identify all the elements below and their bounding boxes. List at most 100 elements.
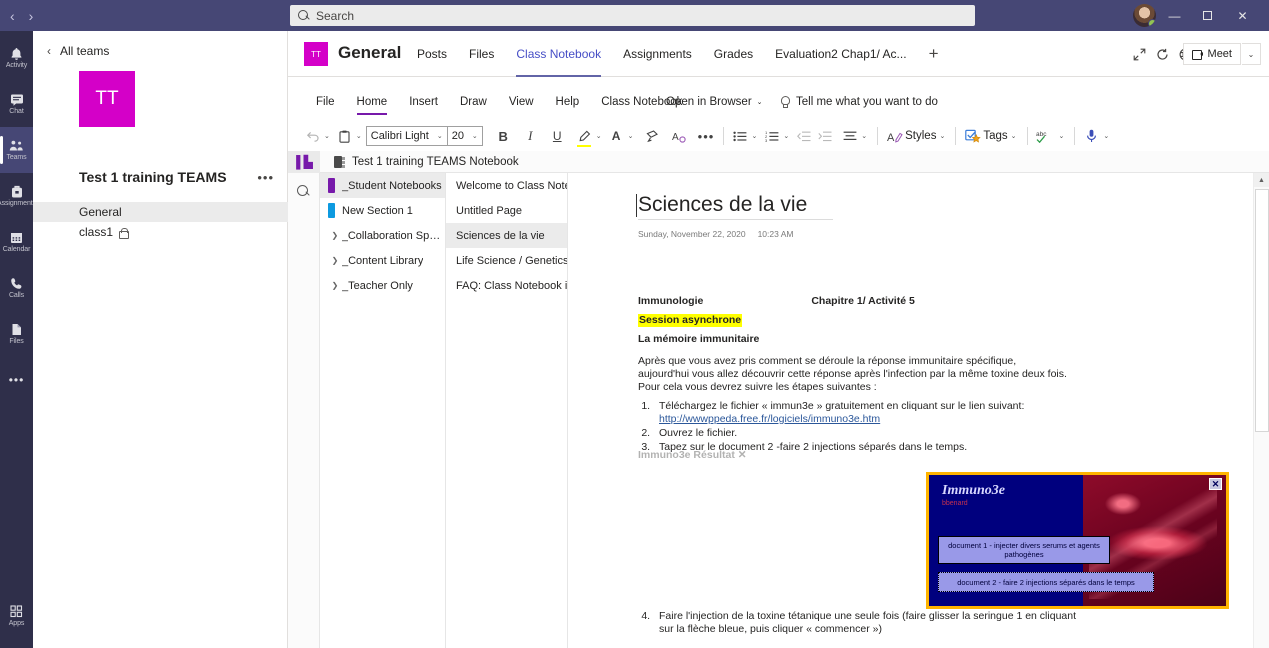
spelling-dropdown[interactable]: ⌄: [1058, 132, 1069, 140]
menu-help[interactable]: Help: [545, 89, 591, 115]
menu-file[interactable]: File: [288, 89, 346, 115]
all-teams-back[interactable]: ‹ All teams: [33, 31, 287, 63]
section-item-new-section-1[interactable]: New Section 1: [320, 198, 445, 223]
chevron-right-icon[interactable]: ❯: [328, 256, 342, 265]
maximize-button[interactable]: [1191, 0, 1224, 31]
menu-insert[interactable]: Insert: [398, 89, 449, 115]
channel-item-general[interactable]: General: [33, 202, 288, 222]
sidebar-item-calendar[interactable]: Calendar: [0, 219, 33, 265]
sidebar-item-teams[interactable]: Teams: [0, 127, 33, 173]
scroll-up-button[interactable]: ▲: [1254, 173, 1269, 187]
section-item-content-library[interactable]: ❯ _Content Library: [320, 248, 445, 273]
document-1-button[interactable]: document 1 - injecter divers serums et a…: [938, 536, 1110, 564]
add-tab-button[interactable]: +: [918, 44, 950, 64]
embedded-screenshot-immuno3e[interactable]: Immuno3e bbenard ✕ document 1 - injecter…: [926, 472, 1229, 609]
meet-dropdown-button[interactable]: ⌄: [1242, 43, 1261, 65]
more-formatting-button[interactable]: •••: [696, 125, 717, 147]
page-canvas[interactable]: Sciences de la vie Sunday, November 22, …: [568, 173, 1253, 648]
refresh-icon[interactable]: [1152, 44, 1172, 64]
channel-item-class1[interactable]: class1: [33, 222, 288, 242]
expand-icon[interactable]: [1129, 44, 1149, 64]
decrease-indent-icon[interactable]: [793, 125, 814, 147]
increase-indent-icon[interactable]: [814, 125, 835, 147]
search-input[interactable]: Search: [316, 9, 354, 23]
sidebar-item-calls[interactable]: Calls: [0, 265, 33, 311]
tab-class-notebook[interactable]: Class Notebook: [505, 31, 612, 77]
tags-dropdown[interactable]: ⌄: [1010, 132, 1021, 140]
canvas-scrollbar[interactable]: ▲: [1253, 173, 1269, 648]
paste-dropdown[interactable]: ⌄: [355, 132, 366, 140]
notebook-panel-toggle-icon[interactable]: ▌▙: [288, 150, 320, 173]
bold-button[interactable]: B: [493, 125, 514, 147]
minimize-button[interactable]: —: [1158, 0, 1191, 31]
sidebar-item-activity[interactable]: Activity: [0, 35, 33, 81]
document-2-button[interactable]: document 2 - faire 2 injections séparés …: [938, 572, 1154, 592]
highlighter-icon[interactable]: [574, 125, 595, 147]
close-icon[interactable]: ✕: [1209, 478, 1222, 490]
chevron-right-icon[interactable]: ❯: [328, 281, 342, 290]
search-bar[interactable]: Search: [290, 5, 975, 26]
team-more-options-button[interactable]: •••: [257, 170, 274, 185]
undo-dropdown[interactable]: ⌄: [323, 132, 334, 140]
menu-view[interactable]: View: [498, 89, 545, 115]
open-in-browser-button[interactable]: Open in Browser ⌄: [666, 89, 763, 115]
section-item-teacher-only[interactable]: ❯ _Teacher Only: [320, 273, 445, 298]
meet-button[interactable]: Meet: [1182, 43, 1241, 65]
back-icon[interactable]: ‹: [10, 9, 15, 23]
highlight-dropdown[interactable]: ⌄: [595, 132, 606, 140]
avatar[interactable]: [1133, 4, 1156, 27]
notebook-search-icon[interactable]: [296, 185, 311, 199]
page-item-sciences-de-la-vie[interactable]: Sciences de la vie: [446, 223, 567, 248]
bullets-dropdown[interactable]: ⌄: [751, 132, 762, 140]
menu-home[interactable]: Home: [346, 89, 399, 115]
page-item-faq[interactable]: FAQ: Class Notebook in ...: [446, 273, 567, 298]
font-name-combobox[interactable]: Calibri Light ⌄: [365, 126, 448, 146]
format-painter-icon[interactable]: [642, 125, 663, 147]
font-size-combobox[interactable]: 20 ⌄: [447, 126, 483, 146]
font-color-icon[interactable]: A: [606, 125, 627, 147]
tab-posts[interactable]: Posts: [406, 31, 458, 77]
page-title-heading[interactable]: Sciences de la vie: [635, 193, 834, 220]
undo-button[interactable]: [302, 125, 323, 147]
tags-icon[interactable]: [962, 125, 983, 147]
section-item-student-notebooks[interactable]: _Student Notebooks: [320, 173, 445, 198]
paste-button[interactable]: [334, 125, 355, 147]
sidebar-item-assignments[interactable]: Assignments: [0, 173, 36, 219]
sidebar-item-chat[interactable]: Chat: [0, 81, 33, 127]
tags-label[interactable]: Tags: [983, 130, 1009, 142]
chevron-right-icon[interactable]: ❯: [328, 231, 342, 240]
sidebar-item-files[interactable]: Files: [0, 311, 33, 357]
section-item-collaboration-space[interactable]: ❯ _Collaboration Space: [320, 223, 445, 248]
tab-evaluation2[interactable]: Evaluation2 Chap1/ Ac...: [764, 31, 917, 77]
tab-files[interactable]: Files: [458, 31, 505, 77]
align-icon[interactable]: [839, 125, 860, 147]
italic-button[interactable]: I: [520, 125, 541, 147]
notebook-title-row[interactable]: Test 1 training TEAMS Notebook: [320, 155, 519, 168]
spelling-icon[interactable]: abc: [1034, 125, 1058, 147]
styles-icon[interactable]: A: [884, 125, 905, 147]
numbering-dropdown[interactable]: ⌄: [782, 132, 793, 140]
page-item-untitled[interactable]: Untitled Page: [446, 198, 567, 223]
page-item-life-science[interactable]: Life Science / Genetics: [446, 248, 567, 273]
styles-dropdown[interactable]: ⌄: [938, 132, 949, 140]
immuno3e-download-link[interactable]: http://wwwppeda.free.fr/logiciels/immuno…: [659, 413, 880, 425]
close-button[interactable]: ✕: [1226, 0, 1259, 31]
forward-icon[interactable]: ›: [29, 9, 34, 23]
bullets-icon[interactable]: [730, 125, 751, 147]
sidebar-more-button[interactable]: •••: [0, 357, 33, 403]
clear-formatting-icon[interactable]: A: [669, 125, 690, 147]
tab-grades[interactable]: Grades: [703, 31, 764, 77]
font-color-dropdown[interactable]: ⌄: [627, 132, 638, 140]
scrollbar-thumb[interactable]: [1255, 189, 1269, 432]
underline-button[interactable]: U: [547, 125, 568, 147]
dictate-icon[interactable]: [1081, 125, 1102, 147]
styles-label[interactable]: Styles: [905, 130, 938, 142]
menu-draw[interactable]: Draw: [449, 89, 498, 115]
page-item-welcome[interactable]: Welcome to Class Noteb...: [446, 173, 567, 198]
numbering-icon[interactable]: 123: [761, 125, 782, 147]
team-avatar[interactable]: TT: [79, 71, 135, 127]
sidebar-item-apps[interactable]: Apps: [0, 593, 33, 639]
tab-assignments[interactable]: Assignments: [612, 31, 703, 77]
align-dropdown[interactable]: ⌄: [860, 132, 871, 140]
dictate-dropdown[interactable]: ⌄: [1102, 132, 1113, 140]
